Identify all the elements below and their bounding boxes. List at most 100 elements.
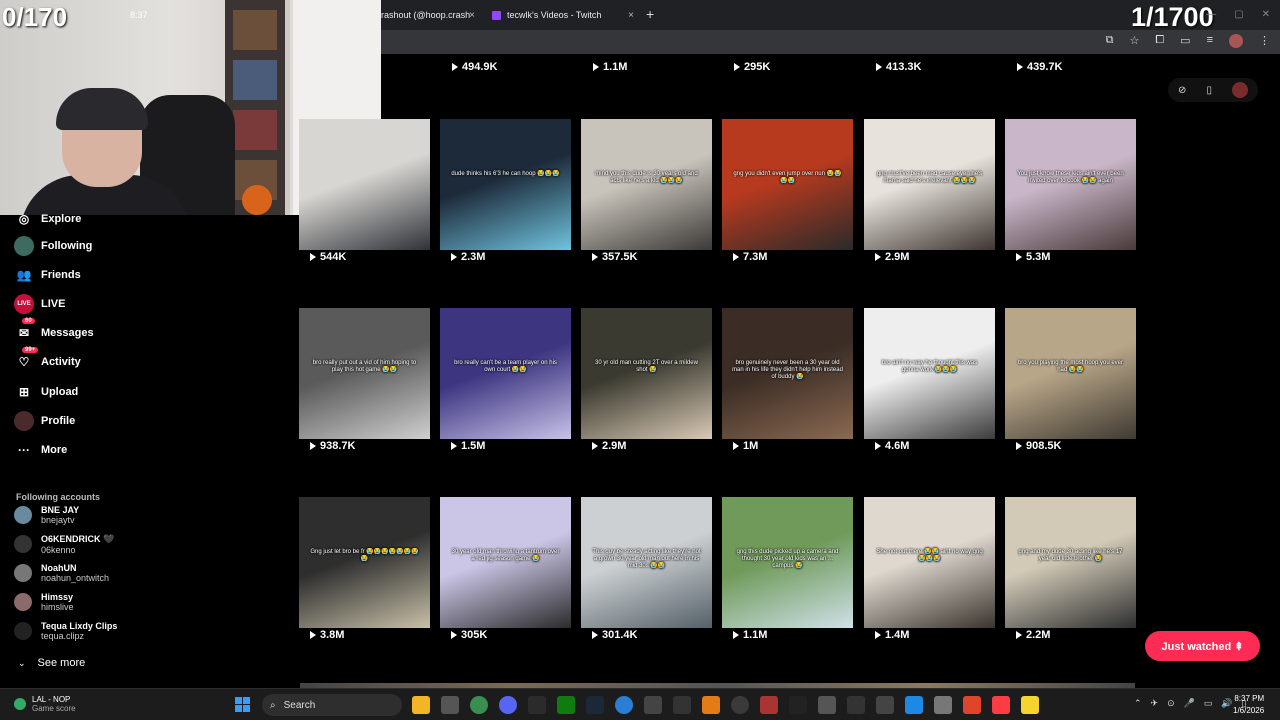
video-thumbnail[interactable]: gng this dude picked up a camera and tho… [722,497,853,628]
app-icon[interactable] [760,696,778,714]
app-icon[interactable] [818,696,836,714]
bookmark-star-icon[interactable]: ☆ [1129,34,1139,48]
video-thumbnail[interactable]: 30 yr old man cutting 2T over a mildew s… [581,308,712,439]
epic-games-icon[interactable] [528,696,546,714]
sidebar-item-more[interactable]: ··· More [14,440,67,460]
new-tab-button[interactable]: + [646,6,654,22]
following-avatar-icon [14,236,34,256]
video-thumbnail[interactable]: gng must've been mad cause even he's mam… [864,119,995,250]
video-thumbnail[interactable] [299,119,430,250]
tray-overflow-icon[interactable]: ⌃ [1134,698,1142,709]
video-view-count: 1.4M [875,629,909,641]
app-icon[interactable] [963,696,981,714]
video-thumbnail[interactable]: bro really put out a vid of him hoping t… [299,308,430,439]
taskbar-search[interactable]: ⌕ Search [262,694,402,716]
calculator-icon[interactable] [441,696,459,714]
settings-icon[interactable] [731,696,749,714]
tab-close-icon[interactable]: × [628,10,634,21]
app-icon[interactable] [1021,696,1039,714]
video-thumbnail[interactable]: bro you playing the most hoop you ever h… [1005,308,1136,439]
phone-icon[interactable]: ▯ [1206,85,1212,96]
play-icon [592,253,598,261]
video-view-count: 439.7K [1017,61,1062,73]
browser-tab-twitch[interactable]: tecwlk's Videos - Twitch × [482,4,640,26]
video-thumbnail[interactable]: bro genuinely never been a 30 year old m… [722,308,853,439]
video-thumbnail[interactable]: This guy be steady acting like they're n… [581,497,712,628]
video-view-count: 7.3M [733,251,767,263]
discord-icon[interactable] [499,696,517,714]
video-thumbnail[interactable]: gng and my dude 30 acting like he's 17 y… [1005,497,1136,628]
sidebar-item-following[interactable]: Following [14,236,92,256]
sidebar-item-explore[interactable]: ◎ Explore [14,209,82,229]
just-watched-button[interactable]: Just watched ⇞ [1145,631,1260,661]
file-explorer-icon[interactable] [412,696,430,714]
following-account[interactable]: Tequa Lixdy Clips tequa.clipz [14,621,117,641]
sidebar-item-live[interactable]: LIVE LIVE [14,294,65,314]
video-thumbnail[interactable]: Gng just let bro be fr 😭😭😭😭😭😭😭😭 [299,497,430,628]
windows-start-icon[interactable] [235,697,250,712]
minimize-icon[interactable]: — [1206,9,1216,20]
display-icon[interactable]: ▭ [1204,698,1213,709]
sidebar-item-profile[interactable]: Profile [14,411,75,431]
sidebar-item-friends[interactable]: 👥 Friends [14,265,81,285]
profile-avatar-icon[interactable] [1229,34,1243,48]
app-icon[interactable] [905,696,923,714]
cast-icon[interactable]: ▭ [1180,34,1190,48]
chrome-icon[interactable] [470,696,488,714]
video-thumbnail[interactable]: gng you didn't even jump over nun 😭😭😭😭 [722,119,853,250]
play-icon [310,631,316,639]
video-thumbnail[interactable]: dude thinks his 6'3 he can hoop 😭😭😭 [440,119,571,250]
volume-icon[interactable]: 🔊 [1221,698,1232,709]
microphone-icon[interactable]: 🎤 [1184,698,1195,709]
video-thumbnail[interactable]: She not out there 😭😭 aint no way gng 😭😭😭 [864,497,995,628]
app-icon[interactable] [876,696,894,714]
play-icon [451,253,457,261]
video-thumbnail[interactable]: You just know these kids ain't ever been… [1005,119,1136,250]
clock[interactable]: 8:37 PM 1/6/2026 [1233,693,1264,717]
music-icon[interactable] [992,696,1010,714]
sidebar-item-upload[interactable]: ⊞ Upload [14,382,78,402]
messages-icon: ✉ 60 [14,318,35,343]
app-icon[interactable] [934,696,952,714]
extensions-icon[interactable]: ⧠ [1155,34,1164,48]
see-more-button[interactable]: ⌄ See more [18,657,85,669]
following-account[interactable]: O6KENDRICK 🖤 06kenno [14,534,114,555]
tab-close-icon[interactable]: × [469,10,475,21]
app-icon[interactable] [702,696,720,714]
close-icon[interactable]: ✕ [1262,9,1270,20]
steam-icon[interactable] [586,696,604,714]
browser-tab-tiktok[interactable]: rashout (@hoop.crash × [381,4,481,26]
app-icon[interactable] [847,696,865,714]
widgets-button[interactable]: LAL - NOP Game score [14,695,76,713]
following-account[interactable]: NoahUN noahun_ontwitch [14,563,109,583]
app-icon[interactable] [644,696,662,714]
video-view-count: 1M [733,440,758,452]
airplane-icon[interactable]: ✈ [1151,698,1159,709]
compass-icon: ◎ [18,212,30,226]
media-icon[interactable]: ≡ [1207,34,1213,48]
play-icon [451,631,457,639]
location-icon[interactable]: ⊙ [1167,698,1175,709]
shield-icon[interactable]: ⊘ [1178,85,1186,96]
video-thumbnail[interactable]: bro ain't no way he thought this was gon… [864,308,995,439]
kebab-menu-icon[interactable]: ⋮ [1259,34,1270,48]
maximize-icon[interactable]: ▢ [1234,9,1243,20]
app-icon[interactable] [789,696,807,714]
profile-avatar-icon[interactable] [1231,82,1248,98]
app-icon[interactable] [673,696,691,714]
following-account[interactable]: BNE JAY bnejaytv [14,505,79,525]
video-view-count: 1.1M [593,61,627,73]
chevron-down-icon: ⌄ [18,657,26,668]
following-account[interactable]: Himssy himslive [14,592,74,612]
video-view-count: 5.3M [1016,251,1050,263]
app-icon[interactable] [615,696,633,714]
video-thumbnail[interactable]: mind you this dude is 30 years old and a… [581,119,712,250]
video-thumbnail[interactable]: bro really can't be a team player on his… [440,308,571,439]
install-app-icon[interactable]: ⧉ [1106,34,1114,48]
left-counter: 0/170 [2,2,68,32]
sidebar-item-messages[interactable]: ✉ 60 Messages [14,318,94,343]
xbox-icon[interactable] [557,696,575,714]
play-icon [876,63,882,71]
sidebar-item-activity[interactable]: ♡ 99+ Activity [14,347,81,372]
video-thumbnail[interactable]: 30 year old man throwing a tantrum over … [440,497,571,628]
